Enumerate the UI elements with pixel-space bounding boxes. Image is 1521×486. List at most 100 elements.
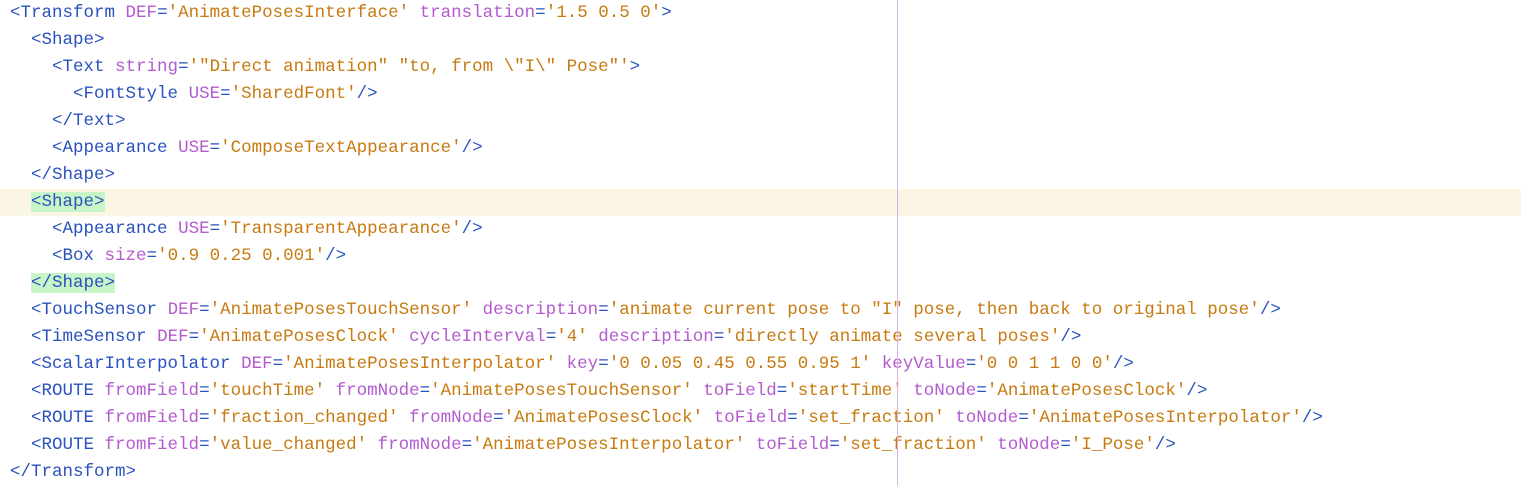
code-token-attr: fromField <box>104 435 200 455</box>
code-line[interactable]: <ROUTE fromField='touchTime' fromNode='A… <box>0 378 1521 405</box>
code-token-value: 'AnimatePosesTouchSensor' <box>209 300 473 320</box>
code-token-attr: toNode <box>997 435 1061 455</box>
code-token-value: '0 0 1 1 0 0' <box>976 354 1113 374</box>
code-token-tag: <Transform <box>10 3 116 23</box>
code-token-punct <box>10 219 52 239</box>
code-token-punct: = <box>157 3 168 23</box>
code-token-tag: <Shape> <box>31 30 105 50</box>
code-line[interactable]: </Shape> <box>0 270 1521 297</box>
code-token-punct <box>10 111 52 131</box>
code-token-punct <box>94 408 105 428</box>
code-token-punct: = <box>598 354 609 374</box>
code-token-attr: fromField <box>104 381 200 401</box>
code-token-punct <box>10 300 31 320</box>
code-token-punct <box>325 381 336 401</box>
code-token-punct <box>10 327 31 347</box>
code-token-attr: DEF <box>241 354 273 374</box>
code-line[interactable]: <TouchSensor DEF='AnimatePosesTouchSenso… <box>0 297 1521 324</box>
code-token-tag: <Box <box>52 246 95 266</box>
code-token-punct: = <box>199 300 210 320</box>
code-line[interactable]: </Shape> <box>0 162 1521 189</box>
code-line[interactable]: <FontStyle USE='SharedFont'/> <box>0 81 1521 108</box>
code-token-punct: = <box>1060 435 1071 455</box>
code-token-punct: = <box>965 354 977 374</box>
code-token-value: 'AnimatePosesInterface' <box>167 3 410 23</box>
code-token-punct <box>472 300 483 320</box>
code-token-tag: <Appearance <box>52 138 168 158</box>
code-token-punct: = <box>199 381 210 401</box>
code-token-attr: toNode <box>955 408 1019 428</box>
code-token-punct <box>693 381 704 401</box>
code-token-value: 'TransparentAppearance' <box>220 219 462 239</box>
code-token-punct <box>10 192 31 212</box>
code-token-punct: = <box>419 381 431 401</box>
code-token-value: '1.5 0.5 0' <box>545 3 662 23</box>
code-line[interactable]: <Shape> <box>0 189 1521 216</box>
code-token-attr: fromField <box>104 408 200 428</box>
code-token-value: '4' <box>556 327 588 347</box>
code-token-punct <box>168 138 179 158</box>
code-token-tag: </Shape> <box>31 273 116 293</box>
code-token-tag: /> <box>461 219 483 239</box>
code-token-punct <box>94 381 105 401</box>
code-token-punct <box>10 381 31 401</box>
code-token-tag: <FontStyle <box>73 84 179 104</box>
code-token-tag: <Text <box>52 57 105 77</box>
code-line[interactable]: <Appearance USE='ComposeTextAppearance'/… <box>0 135 1521 162</box>
code-token-attr: translation <box>419 3 536 23</box>
code-token-punct: = <box>713 327 725 347</box>
code-token-punct: = <box>188 327 200 347</box>
code-line[interactable]: <TimeSensor DEF='AnimatePosesClock' cycl… <box>0 324 1521 351</box>
code-token-attr: cycleInterval <box>409 327 546 347</box>
code-token-punct <box>157 300 168 320</box>
code-token-tag: /> <box>1154 435 1176 455</box>
code-token-tag: <ROUTE <box>31 435 95 455</box>
code-token-attr: toNode <box>913 381 977 401</box>
code-line[interactable]: </Text> <box>0 108 1521 135</box>
code-token-tag: <TouchSensor <box>31 300 158 320</box>
code-token-attr: keyValue <box>881 354 966 374</box>
code-token-punct: = <box>272 354 284 374</box>
code-token-attr: string <box>115 57 179 77</box>
code-line[interactable]: <Box size='0.9 0.25 0.001'/> <box>0 243 1521 270</box>
code-token-tag: </Text> <box>52 111 126 131</box>
code-line[interactable]: <ScalarInterpolator DEF='AnimatePosesInt… <box>0 351 1521 378</box>
code-token-punct <box>745 435 756 455</box>
code-token-attr: fromNode <box>335 381 420 401</box>
code-token-punct: = <box>220 84 231 104</box>
code-token-value: 'startTime' <box>787 381 903 401</box>
code-token-attr: DEF <box>125 3 158 23</box>
code-token-attr: key <box>566 354 599 374</box>
code-token-tag: <TimeSensor <box>31 327 147 347</box>
code-token-punct <box>556 354 567 374</box>
code-token-attr: fromNode <box>377 435 462 455</box>
code-editor[interactable]: <Transform DEF='AnimatePosesInterface' t… <box>0 0 1521 486</box>
code-token-attr: description <box>598 327 714 347</box>
code-line[interactable]: <ROUTE fromField='value_changed' fromNod… <box>0 432 1521 459</box>
code-token-value: 'set_fraction' <box>797 408 945 428</box>
code-token-attr: USE <box>178 219 210 239</box>
code-line[interactable]: </Transform> <box>0 459 1521 486</box>
code-token-tag: <Shape> <box>31 192 105 212</box>
code-token-punct: = <box>146 246 158 266</box>
code-token-punct: = <box>976 381 987 401</box>
code-token-attr: USE <box>178 138 210 158</box>
code-token-tag: /> <box>1060 327 1082 347</box>
code-token-tag: <ScalarInterpolator <box>31 354 231 374</box>
code-token-punct: = <box>829 435 840 455</box>
code-line[interactable]: <Shape> <box>0 27 1521 54</box>
code-token-value: 'AnimatePosesInterpolator' <box>283 354 557 374</box>
code-token-punct <box>10 246 52 266</box>
code-token-value: 'set_fraction' <box>839 435 987 455</box>
code-line[interactable]: <ROUTE fromField='fraction_changed' from… <box>0 405 1521 432</box>
code-token-value: 'directly animate several poses' <box>724 327 1061 347</box>
code-line[interactable]: <Text string='"Direct animation" "to, fr… <box>0 54 1521 81</box>
code-token-value: 'AnimatePosesClock' <box>503 408 704 428</box>
code-token-punct <box>10 408 31 428</box>
code-token-punct <box>945 408 956 428</box>
code-line[interactable]: <Appearance USE='TransparentAppearance'/… <box>0 216 1521 243</box>
code-token-punct <box>10 273 31 293</box>
code-token-punct: = <box>787 408 798 428</box>
code-token-value: '"Direct animation" "to, from \"I\" Pose… <box>188 57 630 77</box>
code-line[interactable]: <Transform DEF='AnimatePosesInterface' t… <box>0 0 1521 27</box>
